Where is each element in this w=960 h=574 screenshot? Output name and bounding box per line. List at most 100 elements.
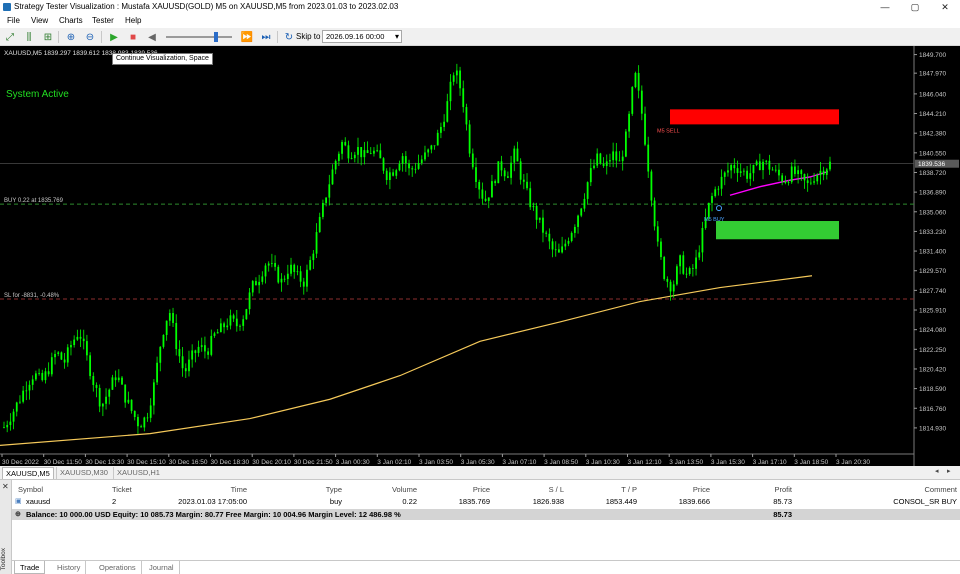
maximize-button[interactable]: ▢ [900, 0, 930, 14]
col-symbol[interactable]: Symbol [18, 484, 43, 496]
tab-journal[interactable]: Journal [144, 561, 180, 574]
col-comment[interactable]: Comment [872, 484, 957, 496]
tab-history[interactable]: History [52, 561, 87, 574]
skip-forward-icon[interactable]: ⏭ [259, 30, 273, 44]
candle-body [31, 379, 34, 385]
menu-charts[interactable]: Charts [56, 14, 86, 28]
line-chart-icon[interactable]: ⤢ [3, 30, 17, 44]
tab-operations[interactable]: Operations [94, 561, 142, 574]
candle-body [270, 263, 273, 264]
candle-body [404, 156, 407, 164]
skip-to-datetime-field[interactable]: 2026.09.16 00:00 ▾ [322, 30, 402, 43]
title-bar: Strategy Tester Visualization : Mustafa … [0, 0, 960, 14]
x-tick-label: 3 Jan 17:10 [753, 459, 787, 466]
candle-body [535, 205, 538, 220]
col-profit[interactable]: Profit [732, 484, 792, 496]
y-tick-label: 1844.210 [919, 111, 946, 118]
price-chart[interactable]: 1849.700 1847.970 1846.040 1844.210 1842.380… [0, 46, 960, 466]
col-tp[interactable]: T / P [582, 484, 637, 496]
scroll-left-icon[interactable]: ◂ [935, 467, 939, 475]
trade-marker-label: M5 BUY [704, 217, 725, 223]
zoom-in-icon[interactable]: ⊕ [64, 30, 78, 44]
x-tick-label: 30 Dec 16:50 [169, 459, 208, 466]
candle-body [720, 176, 723, 189]
candle-body [548, 233, 551, 242]
candle-body [353, 154, 356, 159]
candle-body [430, 145, 433, 150]
y-tick-label: 1831.400 [919, 249, 946, 256]
candle-body [669, 281, 672, 292]
candle-body [695, 257, 697, 269]
col-volume[interactable]: Volume [352, 484, 417, 496]
fast-forward-icon[interactable]: ⏩ [240, 30, 254, 44]
candle-body [602, 163, 605, 167]
col-sl[interactable]: S / L [502, 484, 564, 496]
candle-body [366, 150, 369, 153]
table-row[interactable]: ▣ xauusd 2 2023.01.03 17:05:00 buy 0.22 … [12, 496, 960, 508]
scroll-right-icon[interactable]: ▸ [947, 467, 951, 475]
balance-expand-icon[interactable]: ⊕ [15, 509, 21, 520]
candle-body [427, 149, 430, 153]
col-time[interactable]: Time [172, 484, 247, 496]
x-tick-label: 3 Jan 03:50 [419, 459, 453, 466]
x-tick-label: 30 Dec 13:30 [85, 459, 124, 466]
toolbox-close-icon[interactable]: ✕ [2, 482, 9, 491]
candle-body [797, 170, 800, 175]
continue-visualization-icon[interactable]: ▶ [107, 30, 121, 44]
col-current-price[interactable]: Price [652, 484, 710, 496]
tab-trade[interactable]: Trade [14, 561, 46, 574]
candle-body [414, 168, 417, 170]
col-price[interactable]: Price [432, 484, 490, 496]
menu-tester[interactable]: Tester [89, 14, 117, 28]
candle-body [255, 281, 257, 286]
tab-xauusd-m5[interactable]: XAUUSD,M5 [2, 467, 54, 479]
y-tick-label: 1825.910 [919, 308, 946, 315]
candle-body [436, 132, 439, 146]
zoom-out-icon[interactable]: ⊖ [83, 30, 97, 44]
speed-slider-thumb[interactable] [214, 32, 218, 42]
candle-body [676, 266, 678, 285]
candle-body [446, 101, 449, 122]
candle-body [172, 313, 174, 323]
candle-body [420, 159, 423, 164]
candle-body [200, 345, 203, 347]
calendar-dropdown-icon[interactable]: ▾ [395, 31, 399, 42]
y-tick-label: 1818.590 [919, 386, 946, 393]
tab-xauusd-m30[interactable]: XAUUSD,M30 [56, 467, 111, 479]
chart-tabs: XAUUSD,M5 XAUUSD,M30 XAUUSD,H1 ◂ ▸ [0, 466, 960, 480]
candle-body [127, 399, 130, 403]
candle-chart-icon[interactable]: ⊞ [41, 30, 55, 44]
col-ticket[interactable]: Ticket [112, 484, 132, 496]
chart-canvas: 1849.700 1847.970 1846.040 1844.210 1842.380… [0, 46, 959, 466]
close-button[interactable]: ✕ [930, 0, 960, 14]
tab-xauusd-h1[interactable]: XAUUSD,H1 [113, 467, 163, 479]
col-type[interactable]: Type [272, 484, 342, 496]
candle-body [459, 70, 461, 89]
minimize-button[interactable]: — [870, 0, 900, 14]
candle-body [691, 268, 694, 269]
slow-icon[interactable]: ◀ [145, 30, 159, 44]
skip-to-icon[interactable]: ↻ [282, 30, 296, 44]
cell-ticket: 2 [112, 497, 117, 506]
stop-icon[interactable]: ■ [126, 30, 140, 44]
candle-body [334, 160, 337, 170]
cell-time: 2023.01.03 17:05:00 [178, 497, 247, 506]
menu-help[interactable]: Help [122, 14, 144, 28]
candle-body [197, 346, 200, 353]
candle-body [388, 172, 391, 180]
candle-body [79, 336, 82, 339]
candle-body [621, 156, 624, 162]
candle-body [634, 72, 637, 88]
candle-body [809, 182, 812, 184]
candle-body [526, 181, 528, 189]
candle-body [130, 399, 133, 411]
x-tick-label: 3 Jan 13:50 [669, 459, 703, 466]
candle-body [385, 170, 388, 180]
speed-slider[interactable] [166, 32, 232, 42]
menu-view[interactable]: View [28, 14, 51, 28]
candle-body [34, 373, 37, 380]
bar-chart-icon[interactable]: ⫼ [22, 30, 36, 44]
candle-body [66, 347, 69, 363]
candle-body [711, 196, 713, 203]
menu-file[interactable]: File [4, 14, 23, 28]
